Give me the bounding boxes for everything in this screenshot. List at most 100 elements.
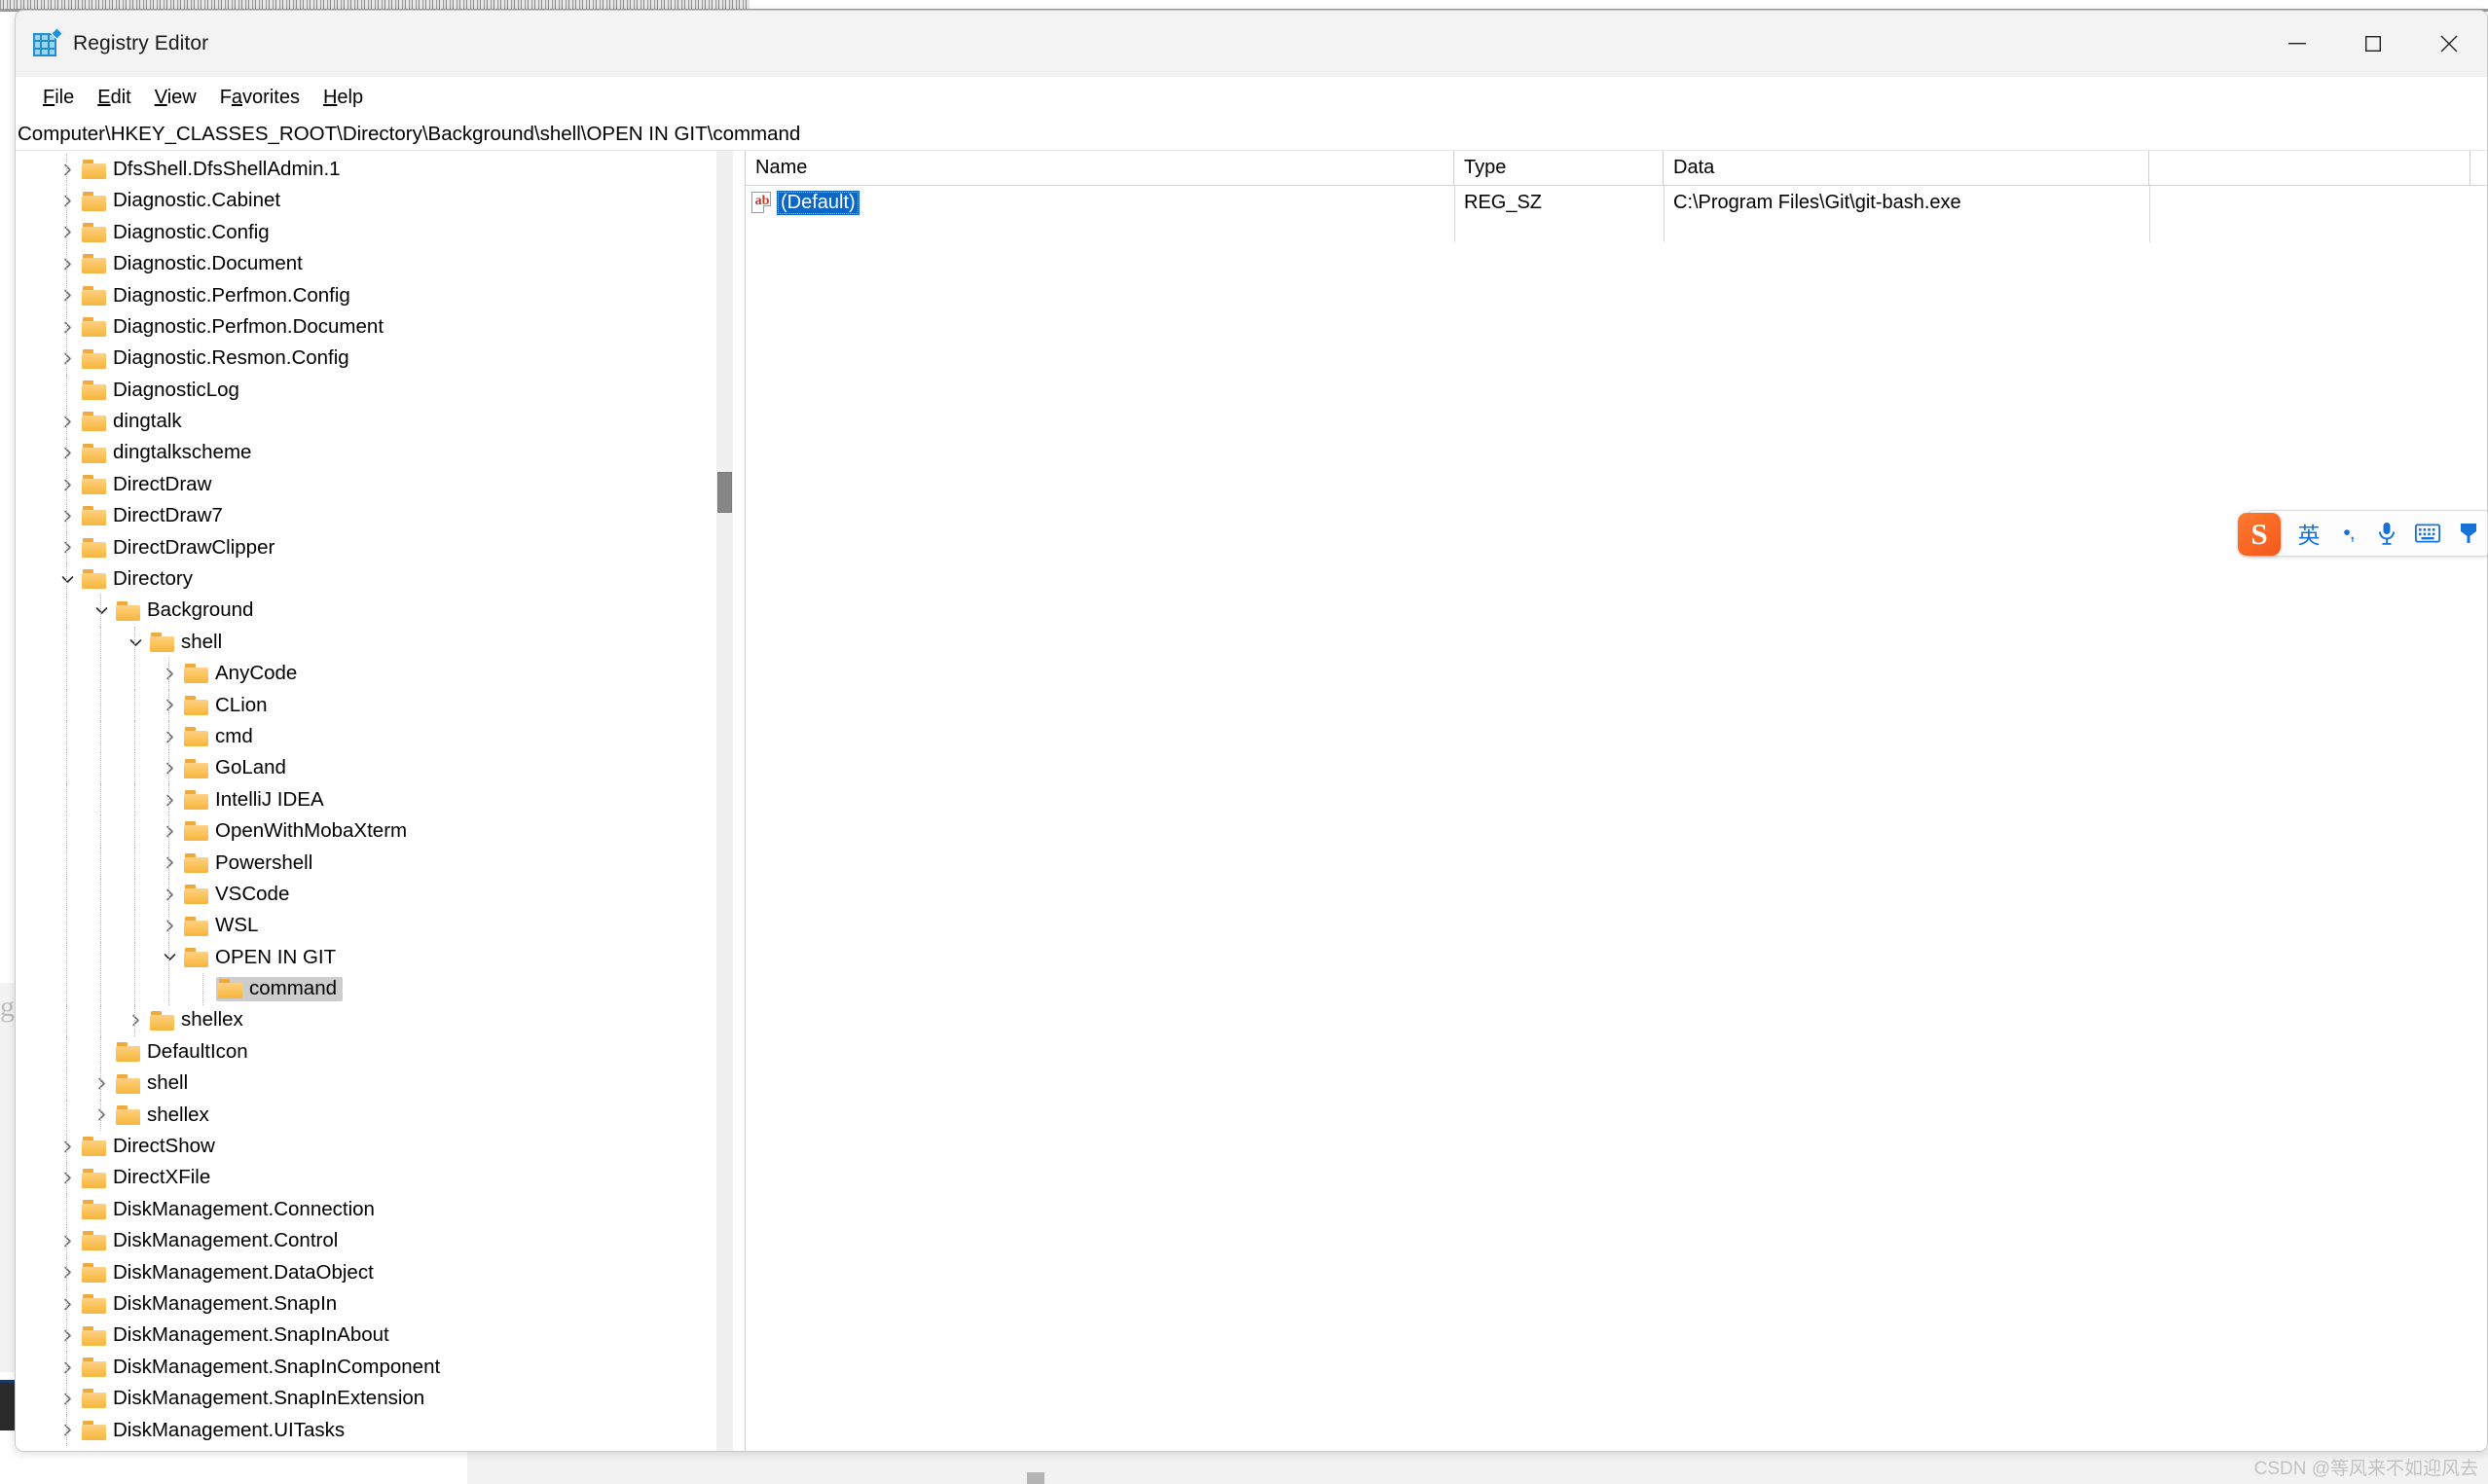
chevron-right-icon[interactable] (55, 1418, 80, 1443)
tree-node[interactable]: AnyCode (16, 658, 714, 690)
column-header-type[interactable]: Type (1454, 151, 1664, 186)
tree-node-hit[interactable]: Diagnostic.Cabinet (80, 189, 286, 213)
tree-node[interactable]: DirectShow (16, 1131, 714, 1163)
menu-favorites[interactable]: Favorites (208, 83, 311, 113)
tree-node[interactable]: cmd (16, 721, 714, 753)
value-row[interactable]: ab (Default) REG_SZ C:\Program Files\Git\gi… (746, 186, 2487, 219)
tree-node[interactable]: DiskManagement.SnapIn (16, 1288, 714, 1321)
chevron-right-icon[interactable] (157, 693, 182, 718)
tree-node-hit[interactable]: command (216, 977, 344, 1001)
tree-node-hit[interactable]: DirectDraw (80, 473, 217, 497)
chevron-right-icon[interactable] (55, 157, 80, 182)
chevron-down-icon[interactable] (55, 566, 80, 592)
tree-node-hit[interactable]: Diagnostic.Resmon.Config (80, 346, 355, 371)
tree-node-hit[interactable]: shell (148, 631, 228, 655)
tree-node-hit[interactable]: dingtalkscheme (80, 441, 257, 465)
tree-node[interactable]: DfsShell.DfsShellAdmin.1 (16, 154, 714, 186)
tree-node[interactable]: shellex (16, 1004, 714, 1036)
tree-node[interactable]: DiskManagement.SnapInAbout (16, 1320, 714, 1352)
tree-node[interactable]: shell (16, 626, 714, 659)
tree-node-hit[interactable]: DiskManagement.SnapInAbout (80, 1323, 395, 1348)
tree-node[interactable]: DiskManagement.DataObject (16, 1256, 714, 1289)
chevron-down-icon[interactable] (157, 945, 182, 970)
tree-node[interactable]: OpenWithMobaXterm (16, 815, 714, 848)
tree-node-hit[interactable]: DiskManagement.SnapInExtension (80, 1387, 430, 1411)
tree-node[interactable]: command (16, 973, 714, 1005)
keyboard-icon[interactable] (2413, 524, 2442, 543)
chevron-right-icon[interactable] (157, 787, 182, 813)
chevron-right-icon[interactable] (89, 1071, 114, 1097)
tree-node-hit[interactable]: Diagnostic.Document (80, 252, 309, 276)
tree-node-hit[interactable]: DirectXFile (80, 1166, 216, 1190)
tree-node-hit[interactable]: VSCode (182, 883, 295, 907)
tree-node[interactable]: DirectDrawClipper (16, 531, 714, 564)
tree-node-hit[interactable]: DiskManagement.SnapIn (80, 1292, 343, 1317)
tree-node[interactable]: Powershell (16, 847, 714, 879)
tree-node-hit[interactable]: WSL (182, 914, 264, 938)
chevron-right-icon[interactable] (55, 220, 80, 245)
tree-node[interactable]: DiskManagement.Connection (16, 1193, 714, 1226)
tree-node-hit[interactable]: DiskManagement.Connection (80, 1198, 381, 1222)
tree-node-hit[interactable]: IntelliJ IDEA (182, 788, 330, 813)
chevron-right-icon[interactable] (55, 1134, 80, 1159)
chevron-right-icon[interactable] (55, 1260, 80, 1285)
chevron-right-icon[interactable] (55, 189, 80, 214)
tree-node-hit[interactable]: Diagnostic.Perfmon.Document (80, 315, 389, 340)
chevron-right-icon[interactable] (55, 314, 80, 340)
title-bar[interactable]: Registry Editor (16, 11, 2487, 77)
tree-node[interactable]: DefaultIcon (16, 1035, 714, 1068)
tree-node[interactable]: DiskManagement.UITasks (16, 1414, 714, 1447)
menu-edit[interactable]: Edit (86, 83, 142, 113)
chevron-right-icon[interactable] (157, 724, 182, 749)
chevron-down-icon[interactable] (89, 598, 114, 624)
tree-node[interactable]: dingtalkscheme (16, 437, 714, 469)
tree-node[interactable]: DiskManagement.SnapInExtension (16, 1383, 714, 1415)
chevron-right-icon[interactable] (55, 535, 80, 561)
address-bar[interactable]: Computer\HKEY_CLASSES_ROOT\Directory\Bac… (16, 118, 2487, 151)
tree-node[interactable]: Background (16, 595, 714, 627)
tree-node[interactable]: CLion (16, 689, 714, 722)
tree-node-hit[interactable]: Diagnostic.Perfmon.Config (80, 284, 356, 308)
chevron-right-icon[interactable] (55, 1323, 80, 1349)
column-header-data[interactable]: Data (1664, 151, 2149, 186)
tree-node-hit[interactable]: DiskManagement.DataObject (80, 1261, 380, 1285)
tree-node[interactable]: GoLand (16, 752, 714, 784)
microphone-icon[interactable] (2372, 521, 2401, 546)
registry-tree-pane[interactable]: DfsShell.DfsShellAdmin.1 Diagnostic.Cabin… (16, 151, 746, 1451)
tree-node[interactable]: shell (16, 1068, 714, 1100)
tree-node-hit[interactable]: DirectShow (80, 1135, 221, 1159)
tree-node-hit[interactable]: Diagnostic.Config (80, 221, 275, 245)
menu-view[interactable]: View (143, 83, 208, 113)
chevron-right-icon[interactable] (157, 914, 182, 939)
tree-node[interactable]: DiskManagement.SnapInComponent (16, 1351, 714, 1384)
sogou-logo-icon[interactable]: S (2238, 513, 2281, 556)
tree-node[interactable]: DiskManagement.Control (16, 1225, 714, 1257)
value-name-cell[interactable]: ab (Default) (746, 186, 1454, 219)
tree-node-hit[interactable]: dingtalk (80, 410, 188, 434)
tree-scrollbar-thumb[interactable] (717, 472, 732, 513)
ime-language-mode-button[interactable]: 英 (2292, 517, 2325, 550)
tree-node-hit[interactable]: GoLand (182, 756, 292, 780)
tree-node-hit[interactable]: shellex (114, 1104, 215, 1128)
menu-help[interactable]: Help (311, 83, 375, 113)
chevron-right-icon[interactable] (55, 1291, 80, 1317)
tree-node-hit[interactable]: DfsShell.DfsShellAdmin.1 (80, 158, 347, 182)
chevron-right-icon[interactable] (157, 882, 182, 907)
chevron-right-icon[interactable] (123, 1008, 148, 1033)
tree-node-hit[interactable]: shell (114, 1071, 194, 1096)
ime-punctuation-button[interactable]: •, (2335, 522, 2362, 545)
chevron-right-icon[interactable] (89, 1103, 114, 1128)
tree-node[interactable]: Directory (16, 563, 714, 596)
tree-node[interactable]: DirectXFile (16, 1162, 714, 1194)
maximize-button[interactable] (2335, 11, 2411, 77)
close-button[interactable] (2411, 11, 2487, 77)
tree-node[interactable]: DiagnosticLog (16, 374, 714, 407)
tree-node[interactable]: Diagnostic.Perfmon.Config (16, 279, 714, 311)
tree-node-hit[interactable]: CLion (182, 694, 274, 718)
tree-node-hit[interactable]: Directory (80, 567, 199, 592)
chevron-right-icon[interactable] (157, 661, 182, 686)
tree-node-hit[interactable]: Powershell (182, 851, 318, 876)
tree-node[interactable]: DirectDraw7 (16, 500, 714, 532)
chevron-right-icon[interactable] (157, 818, 182, 844)
chevron-right-icon[interactable] (55, 409, 80, 434)
